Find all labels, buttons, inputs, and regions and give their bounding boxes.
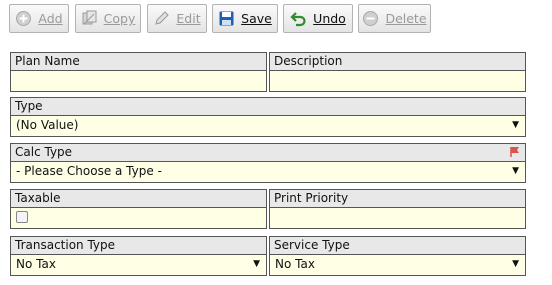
print-priority-field: Print Priority [269,189,526,229]
save-label: Save [241,11,272,26]
service-type-select[interactable]: No Tax ▼ [270,255,525,274]
taxable-field: Taxable [10,189,267,229]
plus-circle-icon [15,10,32,27]
undo-button[interactable]: Undo [283,4,353,33]
undo-label: Undo [313,11,346,26]
print-priority-input[interactable] [270,208,525,227]
pencil-icon [153,10,170,27]
add-label: Add [38,11,63,26]
calc-type-label: Calc Type [15,145,73,159]
dropdown-arrow-icon: ▼ [253,259,260,269]
copy-icon [81,10,98,27]
description-label: Description [270,53,525,71]
copy-label: Copy [103,11,136,26]
transaction-type-select[interactable]: No Tax ▼ [11,255,266,274]
dropdown-arrow-icon: ▼ [512,120,519,130]
delete-label: Delete [385,11,427,26]
description-input[interactable] [270,71,525,90]
copy-button[interactable]: Copy [75,4,141,33]
dropdown-arrow-icon: ▼ [512,166,519,176]
plan-name-label: Plan Name [11,53,266,71]
type-select-value: (No Value) [16,118,79,132]
undo-arrow-icon [290,10,307,27]
print-priority-label: Print Priority [270,190,525,208]
plan-name-field: Plan Name [10,52,267,92]
service-type-field: Service Type No Tax ▼ [269,236,526,276]
delete-button[interactable]: Delete [358,4,431,33]
calc-type-select-value: - Please Choose a Type - [16,164,162,178]
calc-type-field: Calc Type - Please Choose a Type - ▼ [10,143,526,183]
transaction-type-label: Transaction Type [11,237,266,255]
minus-circle-icon [362,10,379,27]
dropdown-arrow-icon: ▼ [512,259,519,269]
add-button[interactable]: Add [9,4,69,33]
taxable-label: Taxable [11,190,266,208]
transaction-type-field: Transaction Type No Tax ▼ [10,236,267,276]
service-type-label: Service Type [270,237,525,255]
description-field: Description [269,52,526,92]
flag-icon[interactable] [509,146,521,158]
service-type-select-value: No Tax [275,257,315,271]
transaction-type-select-value: No Tax [16,257,56,271]
type-field: Type (No Value) ▼ [10,97,526,137]
edit-label: Edit [176,11,201,26]
taxable-checkbox[interactable] [16,211,28,223]
type-label: Type [11,98,525,116]
calc-type-select[interactable]: - Please Choose a Type - ▼ [11,162,525,181]
edit-button[interactable]: Edit [147,4,207,33]
plan-name-input[interactable] [11,71,266,90]
save-button[interactable]: Save [212,4,278,33]
type-select[interactable]: (No Value) ▼ [11,116,525,135]
floppy-disk-icon [218,10,235,27]
